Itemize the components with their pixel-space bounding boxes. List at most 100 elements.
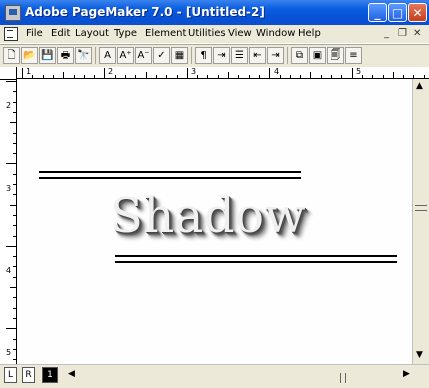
group-button[interactable]: ▣ [309,47,326,64]
menu-utilities[interactable]: Utilities [188,28,226,39]
menu-view[interactable]: View [228,28,252,39]
menu-layout[interactable]: Layout [75,28,109,39]
scroll-up-arrow[interactable]: ▲ [416,81,423,91]
tab-button[interactable]: ⇥ [213,47,230,64]
ruler-tick [13,297,16,299]
ruler-tick [13,359,16,361]
ruler-tick [13,307,16,309]
ruler-tick [258,75,260,78]
rule-line[interactable] [39,171,301,173]
ruler-tick [207,75,209,78]
horizontal-scrollbar[interactable] [80,367,400,383]
ruler-corner[interactable] [0,67,17,80]
minimize-button[interactable]: _ [368,3,387,22]
ruler-tick [13,225,16,227]
ruler-tick [73,75,75,78]
maximize-button[interactable]: □ [388,3,407,22]
font-smaller-button[interactable]: A⁻ [135,47,152,64]
horizontal-ruler[interactable]: 1 2 3 4 5 [16,67,429,79]
ruler-tick [63,72,65,78]
app-icon[interactable] [5,5,21,21]
ruler-tick [166,75,168,78]
ruler-tick [13,266,16,268]
ruler-tick [13,194,16,196]
ruler-tick [114,75,116,78]
new-button[interactable]: 🗋 [3,47,20,64]
font-larger-button[interactable]: A⁺ [117,47,134,64]
ruler-tick [135,75,137,78]
ruler-tick [197,75,199,78]
ruler-tick [238,75,240,78]
rule-line[interactable] [39,177,301,179]
ruler-tick [372,75,374,78]
ruler-tick [423,75,425,78]
menu-element[interactable]: Element [145,28,186,39]
menu-type[interactable]: Type [114,28,137,39]
indent-left-button[interactable]: ⇤ [249,47,266,64]
open-button[interactable]: 📂 [21,47,38,64]
scroll-left-arrow[interactable]: ◀ [68,369,75,379]
menu-help[interactable]: Help [298,28,321,39]
ruler-tick [279,75,281,78]
mdi-restore-button[interactable]: ❐ [398,28,407,39]
document-icon[interactable] [4,27,18,41]
vertical-scrollbar[interactable]: ▲ ▼ [412,79,429,364]
bullets-button[interactable]: ☰ [231,47,248,64]
scroll-thumb[interactable] [415,205,427,211]
ruler-tick [248,75,250,78]
ruler-tick [351,68,353,78]
ruler-tick [83,75,85,78]
menu-file[interactable]: File [26,28,43,39]
rule-line[interactable] [115,261,397,263]
ruler-label: 5 [6,348,12,357]
frame-button[interactable]: ⧉ [291,47,308,64]
master-page-left[interactable]: L [4,367,17,383]
toolbar-separator [95,47,96,64]
ruler-tick [6,163,16,165]
ruler-tick [300,75,302,78]
menu-edit[interactable]: Edit [51,28,70,39]
mdi-minimize-button[interactable]: _ [384,28,389,39]
scroll-down-arrow[interactable]: ▼ [416,350,423,360]
ruler-tick [403,75,405,78]
close-button[interactable]: ✕ [408,3,427,22]
ruler-tick [13,276,16,278]
print-button[interactable]: 🖶 [57,47,74,64]
vertical-ruler[interactable]: 2 3 4 5 [0,67,17,364]
pagemaker-window: Adobe PageMaker 7.0 - [Untitled-2] _ □ ✕… [0,0,429,388]
ruler-tick [361,75,363,78]
ruler-tick [331,75,332,78]
horizontal-scroll-thumb[interactable] [340,373,346,383]
ruler-tick [269,68,271,78]
master-page-right[interactable]: R [22,367,35,383]
ruler-tick [10,204,16,206]
ruler-tick [382,75,384,78]
spelling-button[interactable]: ✓ [153,47,170,64]
image-button[interactable]: ▦ [171,47,188,64]
find-button[interactable]: 🔭 [75,47,92,64]
page-1-tab[interactable]: 1 [42,367,58,383]
text-tool-button[interactable]: A [99,47,116,64]
mdi-close-button[interactable]: ✕ [413,28,421,39]
ruler-tick [6,245,16,247]
save-button[interactable]: 💾 [39,47,56,64]
ruler-tick [392,72,394,78]
ruler-tick [13,348,16,350]
layers-button[interactable]: ≡ [345,47,362,64]
title-bar[interactable]: Adobe PageMaker 7.0 - [Untitled-2] _ □ ✕ [0,0,429,25]
indent-right-button[interactable]: ⇥ [267,47,284,64]
story-button[interactable]: 🗐 [327,47,344,64]
ruler-tick [13,338,16,340]
shadow-text[interactable]: Shadow [110,188,306,244]
window-title: Adobe PageMaker 7.0 - [Untitled-2] [25,5,265,19]
ruler-label: 3 [6,184,12,193]
ruler-tick [13,153,16,155]
ruler-tick [10,122,16,124]
ruler-label: 4 [6,266,12,275]
paragraph-button[interactable]: ¶ [195,47,212,64]
menu-window[interactable]: Window [256,28,295,39]
ruler-tick [6,328,16,330]
ruler-tick [104,68,106,78]
rule-line[interactable] [115,255,397,257]
scroll-right-arrow[interactable]: ▶ [403,369,410,379]
